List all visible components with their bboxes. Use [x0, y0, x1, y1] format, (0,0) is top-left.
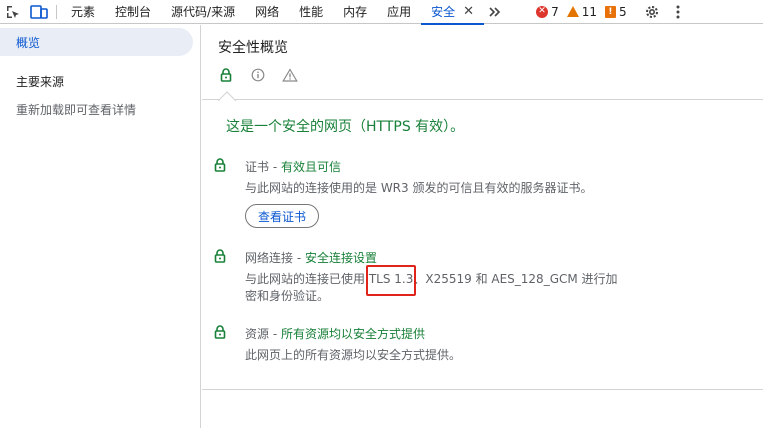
- tab-sources[interactable]: 源代码/来源: [161, 0, 245, 24]
- selected-summary-pointer: [218, 91, 236, 101]
- security-summary-text: 这是一个安全的网页（HTTPS 有效）。: [226, 119, 465, 135]
- tab-security[interactable]: 安全 ✕: [421, 0, 484, 25]
- tab-label: 控制台: [115, 5, 152, 19]
- kebab-menu-icon[interactable]: [665, 0, 691, 24]
- sidebar-item-label: 概览: [16, 35, 41, 50]
- security-summary-icons: [218, 67, 298, 83]
- tab-console[interactable]: 控制台: [105, 0, 161, 24]
- gear-icon[interactable]: [639, 0, 665, 24]
- section-divider: [202, 389, 763, 390]
- section-separator: -: [269, 160, 281, 174]
- lock-icon: [214, 325, 228, 341]
- overview-header: 安全性概览: [202, 25, 763, 101]
- reload-note: 重新加载即可查看详情: [16, 103, 137, 117]
- tab-network[interactable]: 网络: [245, 0, 289, 24]
- warning-icon: [282, 67, 298, 83]
- resources-title: 资源 - 所有资源均以安全方式提供: [245, 325, 425, 342]
- certificate-description: 与此网站的连接使用的是 WR3 颁发的可信且有效的服务器证书。: [245, 181, 593, 195]
- security-overview-panel: 安全性概览 这是一个安全的网页（HTTPS 有效）。 证书 - 有效且可信 与此…: [202, 25, 763, 428]
- tab-label: 性能: [299, 5, 324, 19]
- section-label: 资源: [245, 327, 270, 341]
- tls-version-highlight: TLS 1.3: [365, 265, 416, 296]
- tab-label: 安全: [431, 5, 456, 19]
- lock-icon: [214, 249, 228, 265]
- tab-label: 元素: [71, 5, 96, 19]
- section-label: 网络连接: [245, 251, 294, 265]
- tab-label: 源代码/来源: [171, 5, 236, 19]
- error-icon: ✕: [536, 5, 549, 18]
- tab-elements[interactable]: 元素: [61, 0, 105, 24]
- device-toolbar-icon[interactable]: [26, 0, 52, 24]
- section-status: 有效且可信: [280, 160, 341, 174]
- devtools-tab-bar: 元素 控制台 源代码/来源 网络 性能 内存 应用 安全 ✕ ✕ 7 11 ! …: [0, 0, 763, 25]
- lock-icon: [214, 158, 228, 174]
- connection-desc-text: 与此网站的连接已使用: [245, 272, 369, 286]
- connection-title: 网络连接 - 安全连接设置: [245, 249, 377, 266]
- warning-icon: [566, 6, 579, 17]
- error-count: 7: [551, 4, 559, 19]
- sidebar-item-overview[interactable]: 概览: [0, 28, 193, 56]
- error-counter[interactable]: ✕ 7: [536, 5, 559, 19]
- tab-label: 内存: [343, 5, 368, 19]
- tab-performance[interactable]: 性能: [289, 0, 333, 24]
- issue-counters[interactable]: ✕ 7 11 ! 5: [536, 0, 627, 24]
- tab-memory[interactable]: 内存: [333, 0, 377, 24]
- main-origin-heading: 主要来源: [16, 75, 65, 89]
- section-separator: -: [293, 251, 305, 265]
- section-separator: -: [269, 327, 281, 341]
- certificate-title: 证书 - 有效且可信: [245, 158, 341, 175]
- close-icon[interactable]: ✕: [463, 4, 474, 19]
- warning-count: 11: [581, 4, 597, 19]
- toolbar-divider: [56, 4, 57, 19]
- tab-application[interactable]: 应用: [377, 0, 421, 24]
- page-title: 安全性概览: [218, 40, 288, 56]
- info-icon: [250, 67, 266, 83]
- tab-label: 网络: [255, 5, 280, 19]
- lock-icon: [218, 67, 234, 83]
- section-label: 证书: [245, 160, 270, 174]
- issues-count: 5: [618, 4, 627, 19]
- warning-counter[interactable]: 11: [566, 4, 597, 19]
- security-sidebar: 概览 主要来源 重新加载即可查看详情: [0, 25, 201, 428]
- chevron-double-right-icon[interactable]: [484, 0, 506, 24]
- tab-label: 应用: [387, 5, 412, 19]
- connection-description: 与此网站的连接已使用 TLS 1.3、X25519 和 AES_128_GCM …: [245, 265, 625, 305]
- section-status: 安全连接设置: [304, 251, 377, 265]
- view-certificate-button[interactable]: 查看证书: [245, 204, 320, 228]
- section-status: 所有资源均以安全方式提供: [280, 327, 425, 341]
- issues-counter[interactable]: ! 5: [604, 4, 627, 19]
- resources-description: 此网页上的所有资源均以安全方式提供。: [245, 348, 462, 362]
- inspect-element-icon[interactable]: [0, 0, 26, 24]
- issue-flag-icon: !: [604, 5, 616, 18]
